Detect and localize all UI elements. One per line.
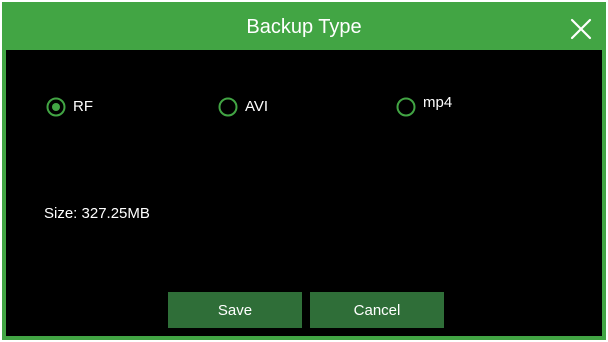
backup-size-text: Size: 327.25MB [44, 205, 150, 222]
radio-checked-icon [46, 97, 66, 117]
save-button[interactable]: Save [168, 292, 302, 328]
cancel-button[interactable]: Cancel [310, 292, 444, 328]
radio-avi[interactable]: AVI [218, 94, 268, 120]
dialog-titlebar: Backup Type [6, 6, 602, 50]
radio-label-avi: AVI [245, 98, 269, 115]
radio-mp4[interactable]: mp4 [396, 94, 452, 120]
radio-label-rf: RF [73, 98, 93, 115]
radio-label-mp4: mp4 [423, 94, 453, 111]
close-button[interactable] [566, 14, 596, 44]
radio-unchecked-icon [396, 97, 416, 117]
close-icon [570, 18, 592, 40]
backup-type-dialog: Backup Type RF AVI mp4 Size: 327.25MB Sa… [2, 2, 606, 340]
radio-rf[interactable]: RF [46, 94, 93, 120]
dialog-title: Backup Type [246, 16, 362, 38]
radio-unchecked-icon [218, 97, 238, 117]
